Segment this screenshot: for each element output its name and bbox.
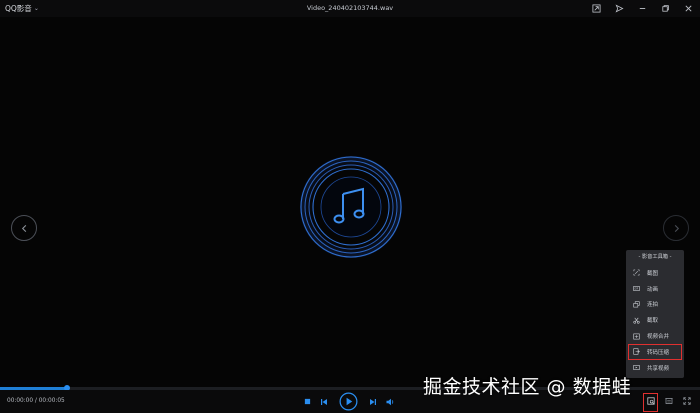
animation-icon: GIF: [633, 286, 640, 292]
next-button[interactable]: [369, 398, 377, 406]
toolbox-item-merge[interactable]: 视频合并: [626, 328, 684, 344]
total-time: 00:00:05: [38, 398, 65, 404]
toolbox-item-screenshot[interactable]: 截图: [626, 265, 684, 281]
screenshot-icon: [633, 269, 640, 276]
scissors-icon: [633, 317, 640, 324]
toolbox-header: - 影音工具箱 -: [638, 254, 672, 260]
skip-back-icon: [321, 399, 327, 405]
toolbox-item-label: 截图: [647, 270, 659, 277]
previous-file-button[interactable]: [11, 215, 37, 241]
volume-button[interactable]: [386, 398, 395, 406]
toolbox-item-label: 动画: [647, 286, 659, 293]
toolbox-item-label: 连拍: [647, 302, 659, 309]
toolbox-item-animation[interactable]: GIF 动画: [626, 281, 684, 297]
toolbox-item-transcode[interactable]: 转码压缩: [628, 343, 682, 360]
burst-shot-icon: [633, 301, 640, 308]
previous-button[interactable]: [320, 398, 328, 406]
toolbox-item-label: 共享视频: [647, 365, 670, 372]
play-icon: [339, 392, 358, 411]
merge-icon: [633, 333, 640, 340]
minimize-icon[interactable]: [636, 2, 648, 14]
toolbox-item-clip[interactable]: 截取: [626, 312, 684, 328]
chevron-right-icon: [674, 224, 679, 232]
current-time: 00:00:00: [7, 398, 34, 404]
toolbox-button-highlight: [643, 393, 658, 412]
watermark: 掘金技术社区 @ 数据蛙: [423, 376, 632, 398]
svg-text:GIF: GIF: [634, 288, 638, 291]
music-disc-icon: [299, 155, 403, 259]
mini-mode-icon[interactable]: [590, 2, 602, 14]
fullscreen-button[interactable]: [683, 397, 691, 405]
toolbox-item-label: 转码压缩: [647, 349, 670, 356]
stop-icon: [304, 398, 311, 405]
chevron-left-icon: [21, 224, 26, 232]
toolbox-item-share[interactable]: 共享视频: [626, 360, 684, 376]
share-icon: [633, 365, 640, 371]
playlist-button[interactable]: [665, 397, 673, 405]
volume-icon: [386, 398, 394, 406]
toolbox-menu: - 影音工具箱 - 截图 GIF 动画 连拍 截取 视频合并 转码压缩 共享视频: [626, 250, 684, 378]
title-bar: QQ影音 ⌄ Video_240402103744.wav: [0, 0, 700, 17]
next-file-button[interactable]: [663, 215, 689, 241]
close-icon[interactable]: [682, 2, 694, 14]
stop-button[interactable]: [304, 398, 311, 405]
time-display: 00:00:00 / 00:00:05: [7, 398, 65, 404]
fullscreen-icon: [683, 397, 691, 405]
send-icon[interactable]: [613, 2, 625, 14]
toolbox-item-label: 截取: [647, 318, 659, 325]
playlist-icon: [665, 398, 673, 404]
skip-forward-icon: [370, 399, 376, 405]
restore-icon[interactable]: [659, 2, 671, 14]
toolbox-item-burst-shot[interactable]: 连拍: [626, 297, 684, 313]
player-window: QQ影音 ⌄ Video_240402103744.wav - 影音工具箱 - …: [0, 0, 700, 413]
play-button[interactable]: [339, 392, 358, 411]
window-controls: [590, 2, 694, 14]
transcode-icon: [633, 348, 640, 355]
toolbox-item-label: 视频合并: [647, 334, 670, 341]
